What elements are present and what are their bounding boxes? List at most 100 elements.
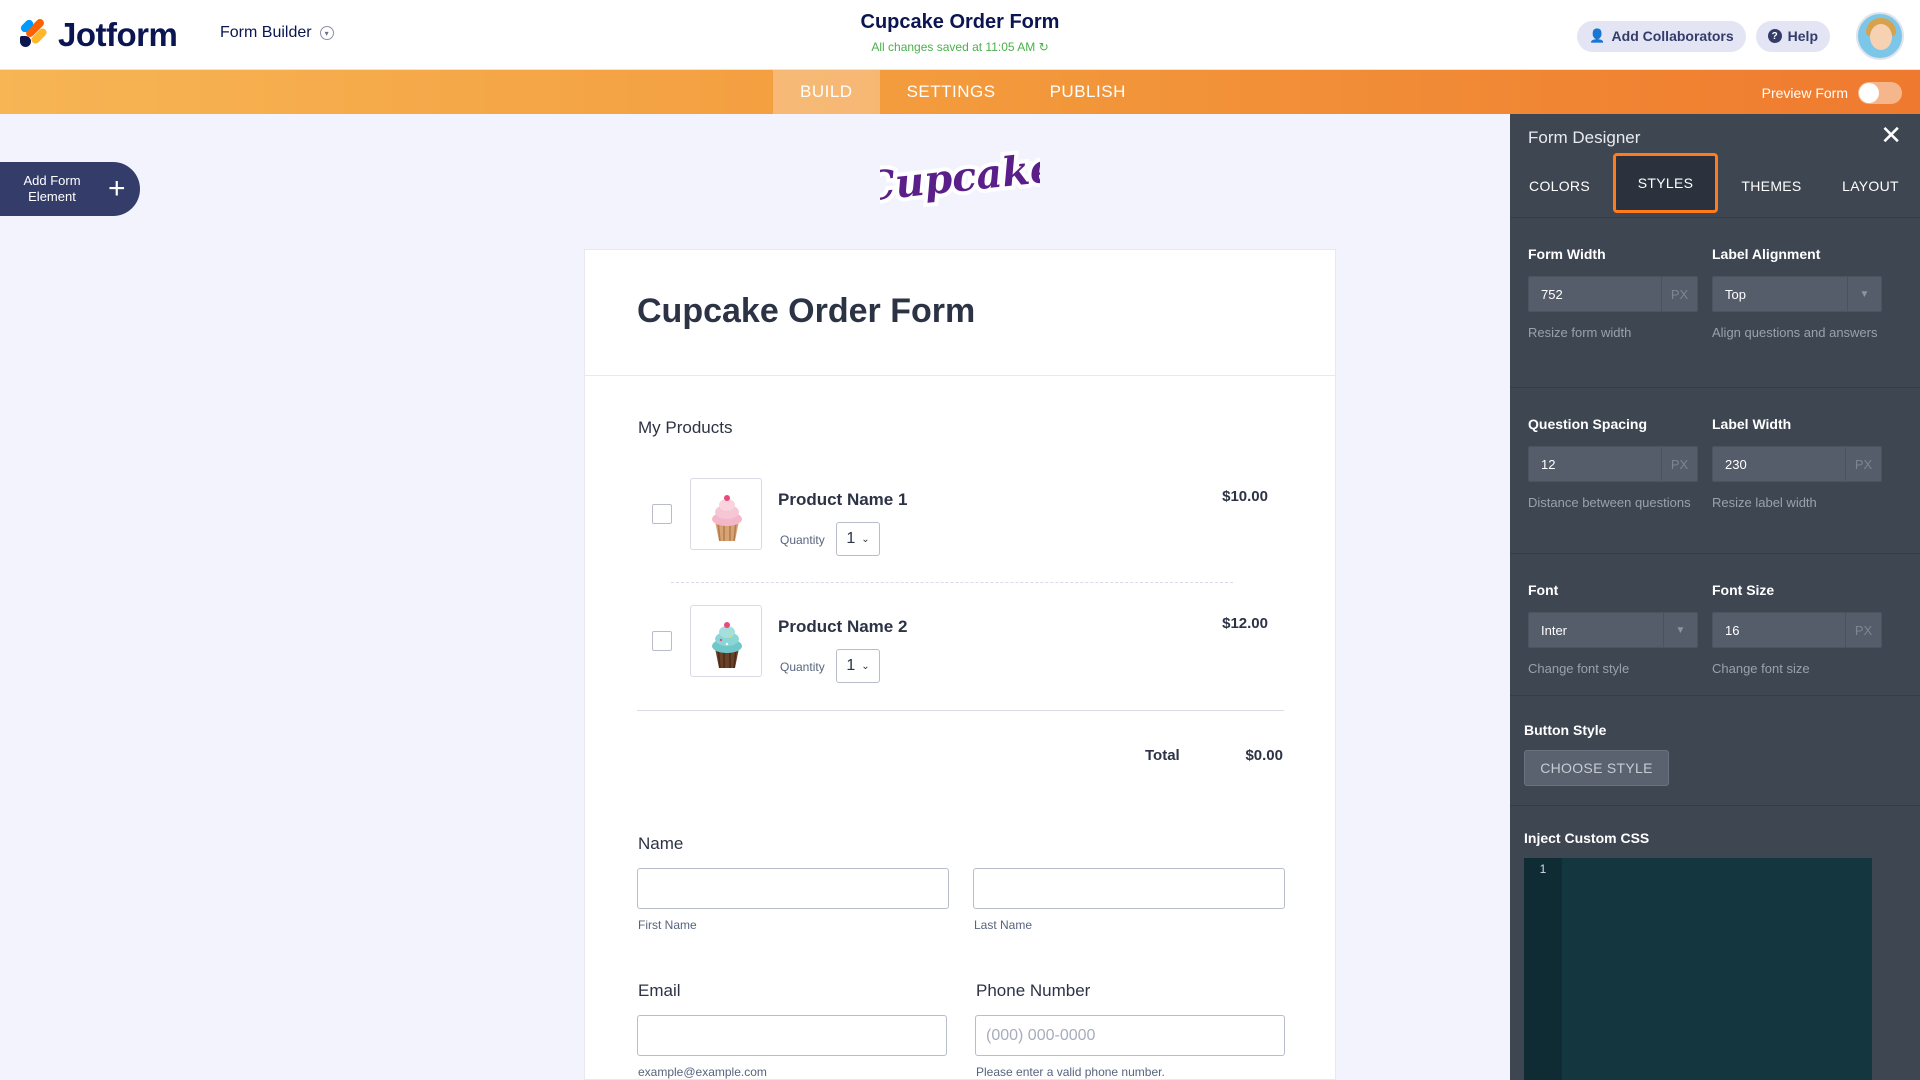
custom-css-editor[interactable]: 1: [1524, 858, 1872, 1080]
jotform-logo-icon: [18, 17, 49, 52]
label-alignment-setting: Label Alignment Top ▼ Align questions an…: [1712, 246, 1882, 344]
user-avatar[interactable]: [1856, 12, 1904, 60]
user-icon: 👤: [1589, 28, 1606, 43]
phone-sublabel: Please enter a valid phone number.: [976, 1065, 1165, 1079]
save-status-text: All changes saved at 11:05 AM: [871, 40, 1036, 54]
form-width-value: 752: [1541, 286, 1563, 302]
product-checkbox[interactable]: [652, 504, 672, 524]
help-button[interactable]: ? Help: [1755, 20, 1830, 52]
plus-icon: +: [108, 172, 126, 205]
quantity-select[interactable]: 1 ⌄: [836, 522, 880, 556]
last-name-sublabel: Last Name: [974, 918, 1033, 932]
font-size-hint: Change font size: [1712, 661, 1810, 676]
question-circle-icon: ?: [1767, 29, 1782, 43]
jotform-logo[interactable]: Jotform: [18, 16, 178, 54]
product-divider: [671, 582, 1233, 583]
px-unit: PX: [1661, 447, 1697, 481]
refresh-icon: ↻: [1038, 40, 1049, 54]
label-alignment-hint: Align questions and answers: [1712, 325, 1878, 340]
product-price: $12.00: [1222, 615, 1268, 632]
font-value: Inter: [1541, 622, 1568, 638]
font-select[interactable]: Inter ▼: [1528, 612, 1698, 648]
tab-themes[interactable]: THEMES: [1722, 154, 1821, 217]
product-item[interactable]: Product Name 2 Quantity 1 ⌄ $12.00: [638, 605, 1284, 705]
line-number: 1: [1524, 858, 1562, 1080]
font-hint: Change font style: [1528, 661, 1630, 676]
form-card: Cupcake Order Form My Products Product N…: [584, 249, 1336, 1080]
cupcake-form-logo[interactable]: Cupcake Cupcake: [880, 145, 1040, 215]
label-alignment-title: Label Alignment: [1712, 246, 1821, 262]
tab-build[interactable]: BUILD: [773, 70, 880, 114]
tab-colors[interactable]: COLORS: [1510, 154, 1609, 217]
form-header[interactable]: Cupcake Order Form: [585, 250, 1335, 376]
add-form-element-button[interactable]: Add Form Element +: [0, 162, 140, 216]
product-checkbox[interactable]: [652, 631, 672, 651]
label-width-setting: Label Width 230 PX Resize label width: [1712, 416, 1882, 514]
add-collaborators-button[interactable]: 👤 Add Collaborators: [1577, 20, 1746, 52]
label-width-input[interactable]: 230 PX: [1712, 446, 1882, 482]
width-alignment-group: Form Width 752 PX Resize form width Labe…: [1510, 218, 1920, 388]
form-designer-title: Form Designer: [1528, 128, 1641, 147]
font-title: Font: [1528, 582, 1559, 598]
form-heading: Cupcake Order Form: [637, 292, 976, 330]
total-divider: [637, 710, 1284, 711]
preview-toggle[interactable]: [1858, 82, 1902, 104]
total-value: $0.00: [1245, 747, 1283, 764]
product-name: Product Name 1: [778, 490, 908, 509]
email-sublabel: example@example.com: [638, 1065, 767, 1079]
products-label: My Products: [638, 418, 733, 437]
label-width-hint: Resize label width: [1712, 495, 1817, 510]
question-spacing-hint: Distance between questions: [1528, 495, 1691, 510]
tab-publish[interactable]: PUBLISH: [1023, 70, 1153, 114]
preview-form: Preview Form: [1762, 82, 1902, 104]
preview-form-label: Preview Form: [1761, 85, 1848, 101]
top-right-actions: 👤 Add Collaborators ? Help: [1577, 12, 1904, 60]
product-item[interactable]: Product Name 1 Quantity 1 ⌄ $10.00: [638, 478, 1284, 578]
product-image: [690, 605, 762, 677]
product-price: $10.00: [1222, 488, 1268, 505]
font-size-value: 16: [1725, 622, 1740, 638]
top-bar: Jotform Form Builder ▾ Cupcake Order For…: [0, 0, 1920, 70]
nav-tabs: BUILD SETTINGS PUBLISH: [773, 70, 1153, 114]
font-setting: Font Inter ▼ Change font style: [1528, 582, 1698, 680]
save-status: All changes saved at 11:05 AM ↻: [760, 40, 1160, 54]
question-spacing-input[interactable]: 12 PX: [1528, 446, 1698, 482]
phone-label: Phone Number: [976, 981, 1091, 1000]
email-label: Email: [638, 981, 681, 1000]
font-size-input[interactable]: 16 PX: [1712, 612, 1882, 648]
close-icon[interactable]: ✕: [1880, 122, 1902, 148]
tab-layout[interactable]: LAYOUT: [1821, 154, 1920, 217]
tab-settings[interactable]: SETTINGS: [880, 70, 1023, 114]
first-name-sublabel: First Name: [638, 918, 697, 932]
button-style-title: Button Style: [1524, 722, 1607, 738]
tab-styles[interactable]: STYLES: [1613, 153, 1718, 213]
form-title-area: Cupcake Order Form All changes saved at …: [760, 11, 1160, 54]
choose-style-button[interactable]: CHOOSE STYLE: [1524, 750, 1669, 786]
chevron-down-icon: ⌄: [861, 533, 870, 545]
px-unit: PX: [1661, 277, 1697, 311]
phone-placeholder: (000) 000-0000: [986, 1026, 1096, 1044]
caret-down-icon: ▼: [1663, 613, 1697, 647]
form-width-hint: Resize form width: [1528, 325, 1632, 340]
phone-input[interactable]: (000) 000-0000: [975, 1015, 1285, 1056]
px-unit: PX: [1845, 613, 1881, 647]
email-input[interactable]: [637, 1015, 947, 1056]
quantity-select[interactable]: 1 ⌄: [836, 649, 880, 683]
question-spacing-setting: Question Spacing 12 PX Distance between …: [1528, 416, 1698, 514]
chevron-down-icon: ▾: [319, 26, 334, 40]
question-spacing-title: Question Spacing: [1528, 416, 1648, 432]
form-title-heading[interactable]: Cupcake Order Form: [760, 11, 1160, 34]
quantity-label: Quantity: [780, 533, 825, 547]
form-width-input[interactable]: 752 PX: [1528, 276, 1698, 312]
quantity-value: 1: [846, 530, 856, 547]
first-name-input[interactable]: [637, 868, 949, 909]
form-builder-dropdown[interactable]: Form Builder ▾: [220, 24, 334, 42]
form-width-title: Form Width: [1528, 246, 1606, 262]
add-form-element-label: Add Form Element: [23, 173, 81, 204]
label-alignment-value: Top: [1725, 286, 1746, 302]
last-name-input[interactable]: [973, 868, 1285, 909]
help-label: Help: [1787, 28, 1818, 44]
total-label: Total: [1145, 747, 1180, 764]
label-width-value: 230: [1725, 456, 1747, 472]
label-alignment-select[interactable]: Top ▼: [1712, 276, 1882, 312]
